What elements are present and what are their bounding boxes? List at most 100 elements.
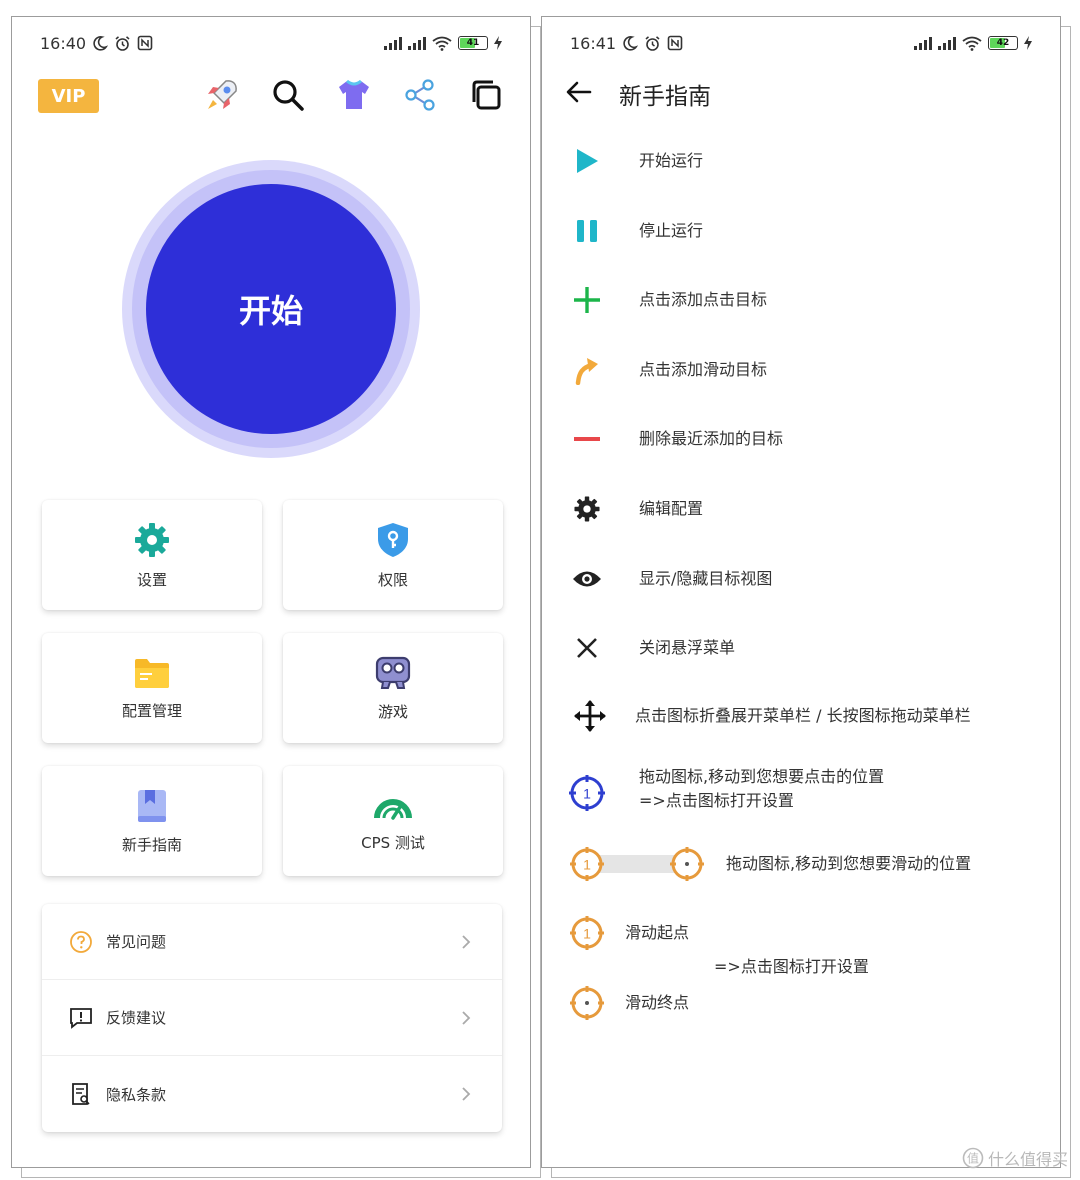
guide-item-label: 点击添加点击目标 bbox=[639, 290, 768, 309]
svg-text:值: 值 bbox=[967, 1151, 979, 1166]
guide-item-swipe-note: =>点击图标打开设置 bbox=[542, 953, 1060, 979]
guide-item-label: 编辑配置 bbox=[639, 499, 704, 518]
status-bar: 16:40 41 bbox=[40, 31, 502, 55]
move-arrows-icon bbox=[574, 700, 606, 732]
home-screen: 16:40 41 VIP 开始 设置 权限 配置管理 游戏 新手指南 CPS 测… bbox=[11, 16, 531, 1168]
list-item-faq[interactable]: 常见问题 bbox=[42, 904, 502, 980]
permissions-label: 权限 bbox=[377, 570, 408, 589]
charging-icon bbox=[494, 36, 502, 50]
guide-item-add-swipe: 点击添加滑动目标 bbox=[542, 353, 1060, 387]
target-number: 1 bbox=[583, 786, 591, 802]
list-item-label: 隐私条款 bbox=[106, 1085, 167, 1104]
guide-item-menu-drag: 点击图标折叠展开菜单栏 / 长按图标拖动菜单栏 bbox=[542, 698, 1060, 734]
guide-item-swipe-end: 滑动终点 bbox=[542, 983, 1060, 1023]
beginner-guide-label: 新手指南 bbox=[121, 835, 182, 854]
bookmark-book-icon bbox=[138, 789, 166, 822]
moon-icon bbox=[623, 36, 639, 51]
guide-item-label: 停止运行 bbox=[639, 221, 704, 240]
guide-item-edit-config: 编辑配置 bbox=[542, 492, 1060, 526]
swipe-start-target-icon: 1 bbox=[570, 847, 604, 881]
swipe-end-target-icon bbox=[670, 847, 704, 881]
swipe-arrow-icon bbox=[575, 358, 598, 385]
rocket-icon bbox=[208, 80, 237, 109]
beginner-guide-card[interactable]: 新手指南 bbox=[42, 766, 262, 876]
battery-icon: 42 bbox=[988, 36, 1018, 50]
feedback-icon bbox=[70, 1007, 92, 1029]
nfc-icon bbox=[137, 35, 153, 51]
watermark-logo-icon: 值 bbox=[962, 1147, 984, 1169]
watermark-text: 什么值得买 bbox=[987, 1150, 1068, 1169]
status-bar: 16:41 42 bbox=[570, 31, 1032, 55]
guide-item-click-target: 1 拖动图标,移动到您想要点击的位置 =>点击图标打开设置 bbox=[542, 765, 1060, 821]
guide-item-close-menu: 关闭悬浮菜单 bbox=[542, 631, 1060, 665]
vip-badge[interactable]: VIP bbox=[38, 79, 99, 113]
guide-item-swipe-start: 1 滑动起点 bbox=[542, 913, 1060, 953]
back-arrow-icon[interactable] bbox=[564, 77, 594, 107]
chevron-right-icon bbox=[462, 934, 471, 949]
guide-item-label: 滑动起点 bbox=[625, 923, 690, 942]
guide-item-label: 开始运行 bbox=[639, 151, 704, 170]
guide-item-swipe-target: 1 拖动图标,移动到您想要滑动的位置 bbox=[542, 844, 1060, 884]
permissions-card[interactable]: 权限 bbox=[283, 500, 503, 610]
copy-button[interactable] bbox=[466, 75, 506, 115]
target-number: 1 bbox=[583, 857, 591, 873]
gamepad-icon bbox=[375, 656, 411, 689]
settings-label: 设置 bbox=[136, 570, 167, 589]
eye-icon bbox=[573, 571, 601, 587]
share-button[interactable] bbox=[400, 75, 440, 115]
guide-item-delete-last: 删除最近添加的目标 bbox=[542, 422, 1060, 456]
guide-item-label: 拖动图标,移动到您想要点击的位置 bbox=[639, 767, 885, 786]
settings-card[interactable]: 设置 bbox=[42, 500, 262, 610]
nfc-icon bbox=[667, 35, 683, 51]
wifi-icon bbox=[432, 36, 452, 51]
list-item-label: 常见问题 bbox=[106, 933, 167, 951]
swipe-end-target-icon bbox=[570, 986, 604, 1020]
guide-item-subtext: =>点击图标打开设置 bbox=[714, 957, 869, 976]
guide-item-add-click: 点击添加点击目标 bbox=[542, 283, 1060, 317]
chevron-right-icon bbox=[462, 1087, 471, 1101]
privacy-document-icon bbox=[72, 1083, 90, 1105]
page-title: 新手指南 bbox=[619, 84, 711, 110]
alarm-icon bbox=[645, 35, 660, 51]
gear-icon bbox=[135, 522, 169, 557]
theme-button[interactable] bbox=[334, 75, 374, 115]
start-button[interactable]: 开始 bbox=[146, 184, 396, 434]
rocket-button[interactable] bbox=[202, 75, 242, 115]
target-number: 1 bbox=[583, 926, 591, 942]
cps-test-card[interactable]: CPS 测试 bbox=[283, 766, 503, 876]
guide-item-label: 关闭悬浮菜单 bbox=[639, 638, 736, 657]
copy-icon bbox=[472, 80, 501, 110]
moon-icon bbox=[93, 36, 109, 51]
guide-item-start: 开始运行 bbox=[542, 144, 1060, 178]
status-time: 16:41 bbox=[570, 33, 617, 53]
guide-item-stop: 停止运行 bbox=[542, 214, 1060, 248]
pause-icon bbox=[577, 220, 597, 242]
alarm-icon bbox=[115, 35, 130, 51]
toolbar bbox=[202, 75, 506, 115]
guide-item-subtext: =>点击图标打开设置 bbox=[639, 791, 794, 810]
folder-icon bbox=[135, 658, 169, 688]
guide-item-label: 拖动图标,移动到您想要滑动的位置 bbox=[726, 854, 972, 873]
games-card[interactable]: 游戏 bbox=[283, 633, 503, 743]
search-button[interactable] bbox=[268, 75, 308, 115]
play-icon bbox=[577, 149, 598, 173]
list-item-privacy[interactable]: 隐私条款 bbox=[42, 1056, 502, 1132]
signal-icon bbox=[408, 36, 426, 50]
minus-icon bbox=[574, 437, 600, 441]
watermark: 值 什么值得买 bbox=[962, 1146, 1068, 1170]
shield-icon bbox=[378, 522, 408, 557]
signal-icon bbox=[938, 36, 956, 50]
config-manage-card[interactable]: 配置管理 bbox=[42, 633, 262, 743]
speedometer-icon bbox=[374, 798, 412, 820]
screenshot-collage: 16:40 41 VIP 开始 设置 权限 配置管理 游戏 新手指南 CPS 测… bbox=[0, 0, 1080, 1180]
chevron-right-icon bbox=[462, 1010, 471, 1025]
charging-icon bbox=[1024, 36, 1032, 50]
games-label: 游戏 bbox=[377, 702, 408, 721]
battery-icon: 41 bbox=[458, 36, 488, 50]
list-item-feedback[interactable]: 反馈建议 bbox=[42, 980, 502, 1056]
cps-test-label: CPS 测试 bbox=[361, 833, 425, 852]
signal-icon bbox=[384, 36, 402, 50]
config-manage-label: 配置管理 bbox=[121, 701, 182, 720]
tshirt-icon bbox=[339, 79, 369, 109]
help-list: 常见问题 反馈建议 隐私条款 bbox=[42, 904, 502, 1132]
